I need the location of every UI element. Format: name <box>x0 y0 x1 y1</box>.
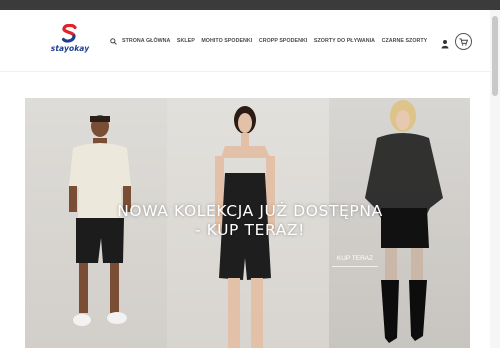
nav-item-cropp-shorts[interactable]: CROPP SPODENKI <box>259 38 308 44</box>
hero-banner[interactable]: NOWA KOLEKCJA JUŻ DOSTĘPNA - KUP TERAZ! … <box>25 98 470 348</box>
logo-mark-icon <box>61 24 77 43</box>
logo-text: stayokay <box>50 44 90 53</box>
cart-icon <box>459 37 468 46</box>
nav-item-mohito-shorts[interactable]: MOHITO SPODENKI <box>201 38 252 44</box>
top-bar <box>0 0 500 10</box>
site-header: stayokay STRONA GŁÓWNA SKLEP MOHITO SPOD… <box>0 10 490 72</box>
nav-item-shop[interactable]: SKLEP <box>177 38 195 44</box>
nav-item-swim-shorts[interactable]: SZORTY DO PŁYWANIA <box>314 38 375 44</box>
scrollbar-thumb[interactable] <box>492 16 498 96</box>
cart-button[interactable] <box>455 33 472 50</box>
hero-title: NOWA KOLEKCJA JUŻ DOSTĘPNA - KUP TERAZ! <box>117 202 383 239</box>
logo[interactable]: stayokay <box>47 24 93 62</box>
nav-item-home[interactable]: STRONA GŁÓWNA <box>122 38 170 44</box>
nav-item-black-shorts[interactable]: CZARNE SZORTY <box>382 38 428 44</box>
user-icon[interactable] <box>440 36 450 49</box>
main-nav: STRONA GŁÓWNA SKLEP MOHITO SPODENKI CROP… <box>108 36 434 46</box>
hero-shop-now-button[interactable]: KUP TERAZ <box>332 253 378 267</box>
search-icon[interactable] <box>108 36 118 46</box>
page-scrollbar[interactable] <box>490 10 500 348</box>
